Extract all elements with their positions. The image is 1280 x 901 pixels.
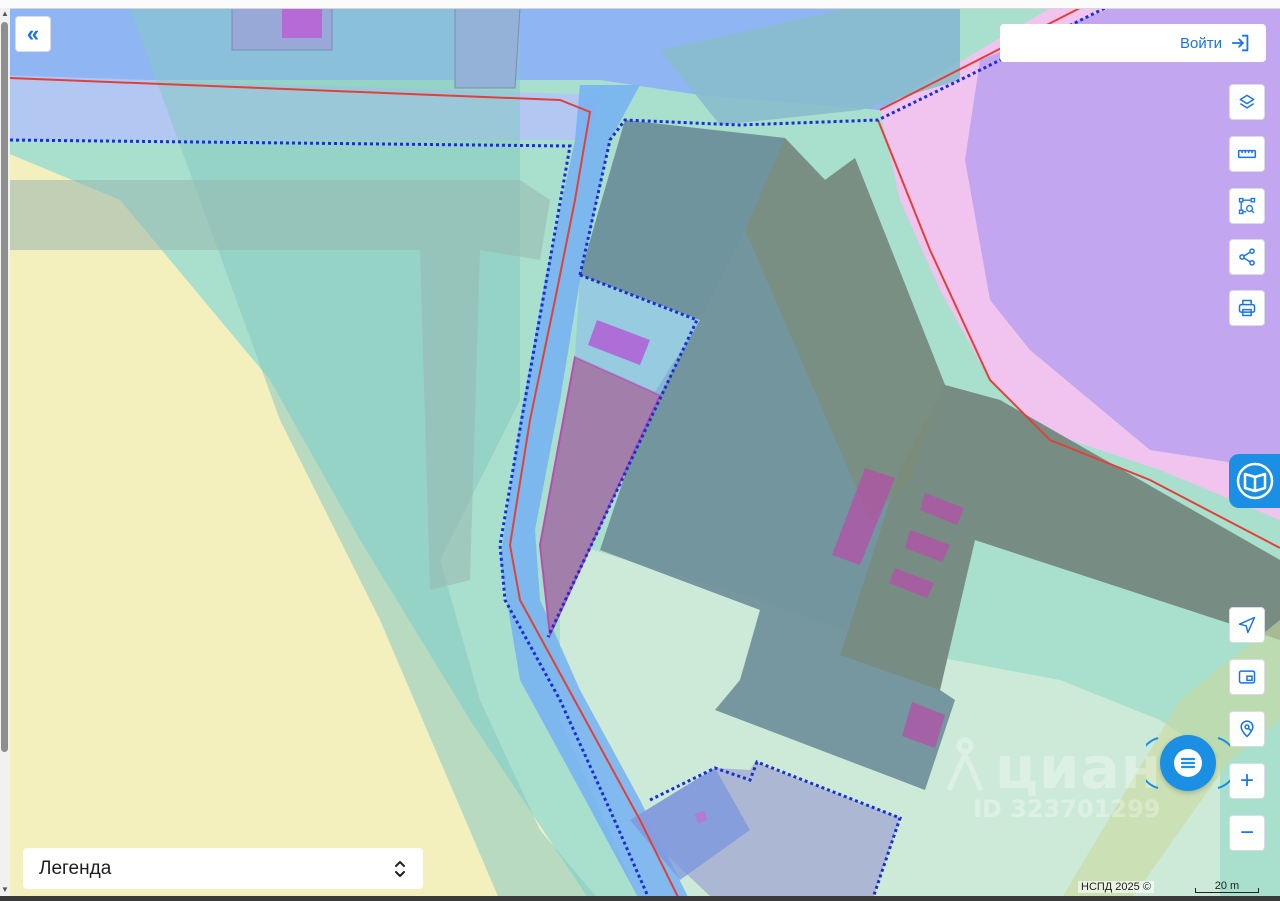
scroll-thumb[interactable] bbox=[1, 22, 8, 752]
print-button[interactable] bbox=[1229, 290, 1265, 326]
layers-icon bbox=[1239, 94, 1255, 109]
chevron-up-down-icon bbox=[395, 860, 405, 877]
scroll-up-icon[interactable]: ▲ bbox=[0, 8, 10, 20]
chat-icon bbox=[1174, 749, 1202, 777]
chat-widget[interactable] bbox=[1146, 730, 1230, 796]
legend-label: Легенда bbox=[39, 857, 112, 879]
print-icon bbox=[1238, 299, 1256, 317]
layers-button[interactable] bbox=[1229, 84, 1265, 120]
map-app: ▲ ▼ « Войти + − циан ID 323701299 Легенд… bbox=[0, 0, 1280, 901]
building-top bbox=[282, 8, 322, 38]
chat-pulse-right bbox=[1217, 737, 1230, 789]
scroll-down-icon[interactable]: ▼ bbox=[0, 884, 10, 896]
ruler-icon bbox=[1237, 149, 1257, 159]
map-canvas[interactable] bbox=[0, 0, 1280, 901]
chat-button[interactable] bbox=[1160, 735, 1216, 791]
page-scrollbar[interactable]: ▲ ▼ bbox=[0, 8, 10, 896]
geolocation-icon bbox=[1238, 616, 1256, 634]
double-chevron-left-icon: « bbox=[26, 21, 40, 46]
map-document-icon bbox=[1236, 462, 1273, 500]
legend-dropdown[interactable]: Легенда bbox=[23, 848, 423, 889]
area-select-button[interactable] bbox=[1229, 188, 1265, 224]
browser-bottom-strip bbox=[0, 896, 1280, 901]
share-button[interactable] bbox=[1229, 239, 1265, 275]
collapse-panel-button[interactable]: « bbox=[15, 16, 51, 52]
login-arrow-icon bbox=[1231, 34, 1249, 52]
share-icon bbox=[1239, 248, 1255, 266]
map-service-tab[interactable] bbox=[1229, 454, 1280, 508]
login-label: Войти bbox=[1180, 34, 1222, 52]
scale-bar: 20 m bbox=[1193, 880, 1261, 894]
ruler-button[interactable] bbox=[1229, 136, 1265, 172]
search-point-icon bbox=[1240, 720, 1254, 738]
chat-pulse-left bbox=[1146, 737, 1159, 789]
scale-line bbox=[1195, 888, 1259, 893]
zoom-out-button[interactable]: − bbox=[1229, 815, 1265, 851]
zoom-in-button[interactable]: + bbox=[1229, 763, 1265, 799]
login-button[interactable]: Войти bbox=[1000, 24, 1266, 62]
browser-top-strip bbox=[0, 0, 1280, 9]
minimap-button[interactable] bbox=[1229, 659, 1265, 695]
parcel-top-mid bbox=[454, 7, 521, 89]
minimap-icon bbox=[1238, 670, 1256, 684]
geolocation-button[interactable] bbox=[1229, 607, 1265, 643]
area-select-icon bbox=[1238, 197, 1256, 215]
search-point-button[interactable] bbox=[1229, 711, 1265, 747]
copyright: НСПД 2025 © bbox=[1078, 881, 1154, 893]
